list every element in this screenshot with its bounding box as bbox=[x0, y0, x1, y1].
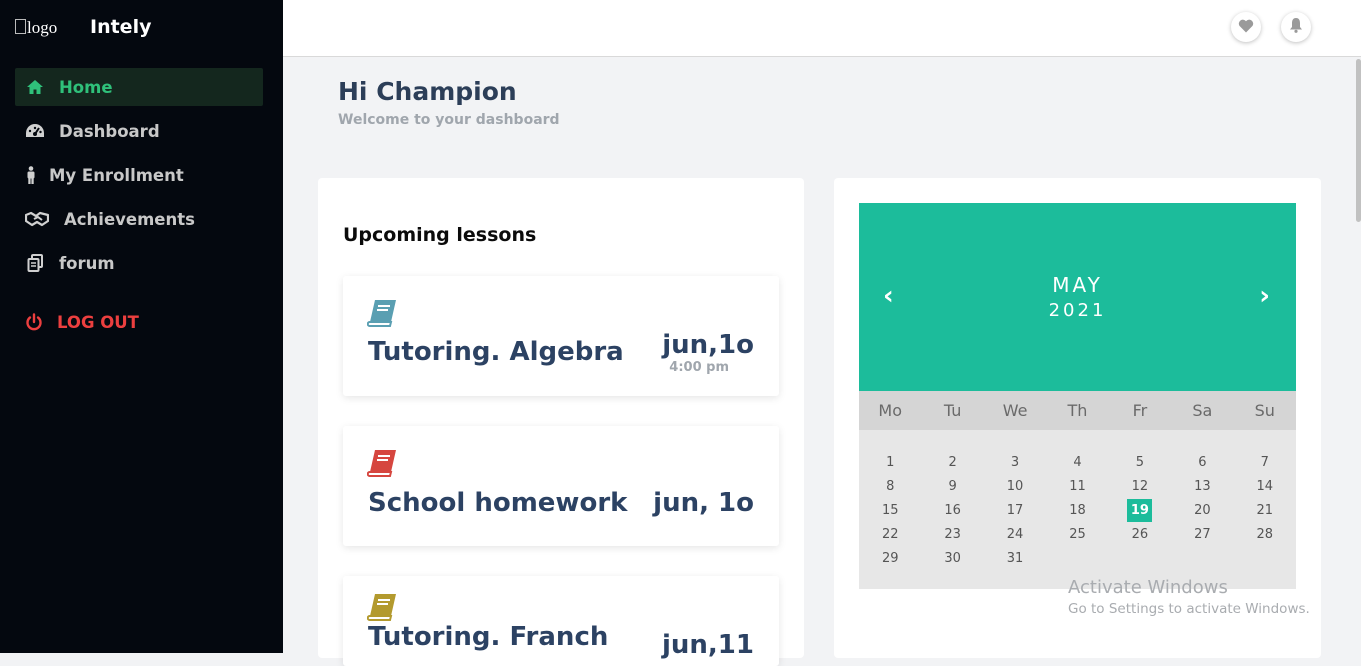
logout-button[interactable]: LOG OUT bbox=[15, 303, 263, 341]
calendar-day[interactable]: 23 bbox=[921, 522, 983, 546]
sidebar-item-label: forum bbox=[59, 253, 115, 273]
weekday-label: Sa bbox=[1192, 401, 1213, 420]
bell-icon bbox=[1289, 17, 1303, 37]
calendar-day[interactable]: 9 bbox=[921, 474, 983, 498]
lesson-date: jun,1o bbox=[662, 330, 754, 360]
scrollbar-thumb[interactable] bbox=[1356, 59, 1361, 222]
calendar-day[interactable]: 25 bbox=[1046, 522, 1108, 546]
watermark-title: Activate Windows bbox=[1068, 577, 1228, 598]
calendar-day[interactable]: 6 bbox=[1171, 450, 1233, 474]
sidebar-item-enrollment[interactable]: My Enrollment bbox=[15, 156, 263, 194]
book-icon bbox=[366, 298, 399, 328]
calendar-day[interactable]: 12 bbox=[1109, 474, 1171, 498]
calendar-day[interactable]: 16 bbox=[921, 498, 983, 522]
calendar-day[interactable]: 31 bbox=[984, 546, 1046, 570]
calendar-day[interactable]: 22 bbox=[859, 522, 921, 546]
calendar-day[interactable]: 5 bbox=[1109, 450, 1171, 474]
calendar-day[interactable]: 10 bbox=[984, 474, 1046, 498]
lesson-name: Tutoring. Algebra bbox=[368, 337, 624, 367]
calendar-day[interactable]: 21 bbox=[1234, 498, 1296, 522]
calendar-day[interactable]: 24 bbox=[984, 522, 1046, 546]
calendar-day[interactable]: 14 bbox=[1234, 474, 1296, 498]
calendar-day-number: 19 bbox=[1127, 498, 1153, 522]
lesson-time: 4:00 pm bbox=[669, 360, 729, 375]
calendar-weekdays: Mo Tu We Th Fr Sa Su bbox=[859, 391, 1296, 430]
calendar-day[interactable]: 28 bbox=[1234, 522, 1296, 546]
weekday-label: Mo bbox=[878, 401, 902, 420]
top-bar bbox=[283, 0, 1361, 57]
book-icon bbox=[366, 448, 399, 478]
sidebar-item-label: My Enrollment bbox=[49, 165, 184, 185]
speedometer-icon bbox=[25, 121, 45, 141]
lessons-title: Upcoming lessons bbox=[343, 224, 537, 246]
sidebar-item-home[interactable]: Home bbox=[15, 68, 263, 106]
calendar-day[interactable]: 18 bbox=[1046, 498, 1108, 522]
weekday-label: Tu bbox=[943, 401, 962, 420]
page-title: Hi Champion bbox=[338, 77, 517, 106]
calendar-year: 2021 bbox=[1048, 300, 1107, 321]
favorites-button[interactable] bbox=[1231, 12, 1261, 42]
calendar-day[interactable]: 7 bbox=[1234, 450, 1296, 474]
sidebar-item-label: Home bbox=[59, 77, 113, 97]
calendar-grid: 1 2 3 4 5 6 7 8 9 10 11 12 13 14 15 16 17 18 19 20 21 22 23 24 2… bbox=[859, 430, 1296, 589]
logo-alt-text: logo bbox=[27, 18, 58, 37]
weekday-label: Fr bbox=[1132, 401, 1148, 420]
calendar-day[interactable]: 15 bbox=[859, 498, 921, 522]
heart-icon bbox=[1238, 18, 1254, 37]
sidebar-item-label: Achievements bbox=[64, 209, 195, 229]
lesson-card[interactable]: School homework jun, 1o bbox=[343, 426, 779, 546]
calendar-day[interactable]: 26 bbox=[1109, 522, 1171, 546]
weekday-label: Su bbox=[1254, 401, 1275, 420]
calendar-day[interactable]: 29 bbox=[859, 546, 921, 570]
calendar-header: ‹ MAY 2021 › bbox=[859, 203, 1296, 391]
home-icon bbox=[25, 77, 45, 97]
calendar-day[interactable]: 1 bbox=[859, 450, 921, 474]
calendar-days: 1 2 3 4 5 6 7 8 9 10 11 12 13 14 15 16 17 18 19 20 21 22 23 24 2… bbox=[859, 450, 1296, 570]
calendar-day[interactable]: 27 bbox=[1171, 522, 1233, 546]
weekday-label: Th bbox=[1067, 401, 1088, 420]
sidebar: logo Intely Home Dashboard My Enrollment… bbox=[0, 0, 283, 653]
broken-image-icon bbox=[15, 19, 26, 34]
lesson-name: School homework bbox=[368, 488, 628, 518]
calendar-next-button[interactable]: › bbox=[1259, 283, 1270, 309]
calendar-day[interactable]: 20 bbox=[1171, 498, 1233, 522]
page-scrollbar[interactable] bbox=[1355, 57, 1361, 653]
logo-image: logo bbox=[15, 18, 57, 38]
page-subtitle: Welcome to your dashboard bbox=[338, 112, 560, 128]
power-icon bbox=[24, 312, 44, 332]
person-icon bbox=[25, 165, 37, 185]
calendar-day[interactable]: 8 bbox=[859, 474, 921, 498]
sidebar-item-forum[interactable]: forum bbox=[15, 244, 263, 282]
weekday-label: We bbox=[1002, 401, 1028, 420]
brand-name: Intely bbox=[90, 16, 152, 38]
calendar-month: MAY bbox=[1052, 273, 1103, 297]
calendar-day[interactable]: 3 bbox=[984, 450, 1046, 474]
calendar-day[interactable]: 2 bbox=[921, 450, 983, 474]
calendar-day-selected[interactable]: 19 bbox=[1109, 498, 1171, 522]
lesson-date: jun,11 bbox=[662, 630, 754, 660]
watermark-subtitle: Go to Settings to activate Windows. bbox=[1068, 601, 1310, 617]
lesson-card[interactable]: Tutoring. Algebra jun,1o 4:00 pm bbox=[343, 276, 779, 396]
copy-icon bbox=[25, 253, 45, 273]
calendar-day[interactable]: 30 bbox=[921, 546, 983, 570]
logout-label: LOG OUT bbox=[57, 312, 139, 332]
calendar-day[interactable]: 17 bbox=[984, 498, 1046, 522]
calendar-day[interactable]: 11 bbox=[1046, 474, 1108, 498]
activation-watermark: Activate Windows Go to Settings to activ… bbox=[1068, 577, 1310, 617]
lesson-date: jun, 1o bbox=[653, 488, 754, 518]
sidebar-item-label: Dashboard bbox=[59, 121, 160, 141]
handshake-icon bbox=[25, 209, 49, 229]
calendar-day[interactable]: 4 bbox=[1046, 450, 1108, 474]
lesson-name: Tutoring. Franch bbox=[368, 622, 609, 652]
sidebar-item-achievements[interactable]: Achievements bbox=[15, 200, 263, 238]
notifications-button[interactable] bbox=[1281, 12, 1311, 42]
calendar-day[interactable]: 13 bbox=[1171, 474, 1233, 498]
book-icon bbox=[366, 592, 399, 622]
sidebar-item-dashboard[interactable]: Dashboard bbox=[15, 112, 263, 150]
